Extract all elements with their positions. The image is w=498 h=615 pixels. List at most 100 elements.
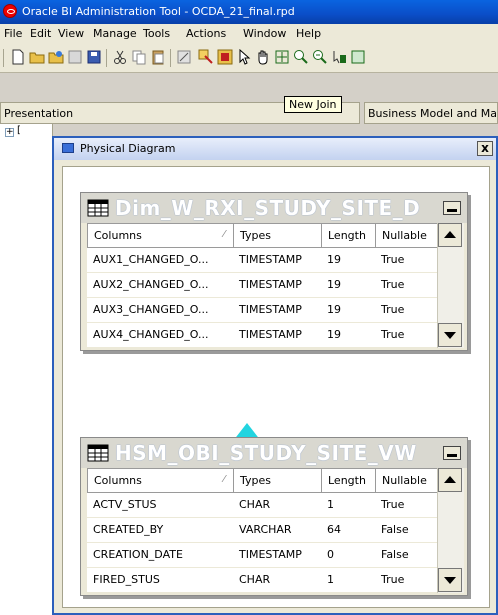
diagram-canvas[interactable]: Dim_W_RXI_STUDY_SITE_D Columns ⁄ Types Le…	[62, 166, 490, 608]
zoom-in-icon[interactable]	[293, 49, 309, 65]
minimize-table-button[interactable]	[443, 446, 461, 460]
column-type: CHAR	[233, 568, 321, 593]
sort-indicator-icon: ⁄	[223, 474, 225, 485]
menu-help[interactable]: Help	[296, 27, 321, 40]
table-row[interactable]: AUX4_CHANGED_O... TIMESTAMP 19 True	[87, 323, 463, 348]
menu-actions[interactable]: Actions	[186, 27, 226, 40]
table-row[interactable]: AUX1_CHANGED_O... TIMESTAMP 19 True	[87, 248, 463, 273]
column-length: 1	[321, 568, 375, 593]
save-icon[interactable]	[86, 49, 102, 65]
table-header[interactable]: HSM_OBI_STUDY_SITE_VW	[81, 438, 467, 468]
column-nullable: True	[375, 273, 437, 298]
table-row[interactable]: AUX2_CHANGED_O... TIMESTAMP 19 True	[87, 273, 463, 298]
open-online-icon[interactable]	[48, 49, 64, 65]
table-row[interactable]: FIRED_STUS CHAR 1 True	[87, 568, 463, 593]
diagram-layout-icon[interactable]	[350, 49, 366, 65]
column-type: TIMESTAMP	[233, 543, 321, 568]
table-row[interactable]: CREATED_BY VARCHAR 64 False	[87, 518, 463, 543]
column-name: AUX1_CHANGED_O...	[87, 248, 233, 273]
table-box-dim-study-site[interactable]: Dim_W_RXI_STUDY_SITE_D Columns ⁄ Types Le…	[80, 192, 468, 351]
close-diagram-button[interactable]: x	[477, 141, 493, 156]
vertical-scrollbar[interactable]	[437, 468, 464, 593]
zoom-fit-icon[interactable]	[274, 49, 290, 65]
menu-edit[interactable]: Edit	[30, 27, 51, 40]
toolbar-grip	[3, 49, 4, 67]
diagram-window-icon	[62, 143, 74, 153]
table-box-hsm-study-site-vw[interactable]: HSM_OBI_STUDY_SITE_VW Columns ⁄ Types Len…	[80, 437, 468, 596]
vertical-scrollbar[interactable]	[437, 223, 464, 348]
column-nullable: True	[375, 568, 437, 593]
menu-view[interactable]: View	[58, 27, 84, 40]
table-name: Dim_W_RXI_STUDY_SITE_D	[115, 196, 421, 220]
menu-window[interactable]: Window	[243, 27, 286, 40]
scroll-up-button[interactable]	[438, 223, 462, 247]
presentation-tree[interactable]: + [	[0, 124, 53, 615]
column-name: FIRED_STUS	[87, 568, 233, 593]
menu-manage[interactable]: Manage	[93, 27, 137, 40]
new-join-icon[interactable]	[198, 49, 214, 65]
cut-icon[interactable]	[112, 49, 128, 65]
business-model-pane-header: Business Model and Ma	[364, 102, 498, 124]
column-nullable: True	[375, 493, 437, 518]
menu-file[interactable]: File	[4, 27, 22, 40]
column-length: 19	[321, 298, 375, 323]
header-columns[interactable]: Columns ⁄	[87, 223, 233, 248]
zoom-out-icon[interactable]	[312, 49, 328, 65]
column-type: TIMESTAMP	[233, 248, 321, 273]
complex-join-icon[interactable]	[217, 49, 233, 65]
check-in-icon[interactable]	[67, 49, 83, 65]
oracle-app-icon	[3, 4, 17, 18]
physical-diagram-window: Physical Diagram x Dim_W_RXI_STUDY_SITE_…	[52, 136, 498, 615]
menu-tools[interactable]: Tools	[143, 27, 170, 40]
table-row[interactable]: ACTV_STUS CHAR 1 True	[87, 493, 463, 518]
column-nullable: False	[375, 518, 437, 543]
column-name: AUX3_CHANGED_O...	[87, 298, 233, 323]
column-length: 19	[321, 248, 375, 273]
column-nullable: False	[375, 543, 437, 568]
scroll-down-button[interactable]	[438, 568, 462, 592]
table-row[interactable]: CREATION_DATE TIMESTAMP 0 False	[87, 543, 463, 568]
tree-expander-plus[interactable]: +	[5, 128, 14, 137]
paste-icon[interactable]	[150, 49, 166, 65]
column-type: TIMESTAMP	[233, 298, 321, 323]
column-length: 0	[321, 543, 375, 568]
column-nullable: True	[375, 323, 437, 348]
pan-hand-icon[interactable]	[255, 49, 271, 65]
toolbar-separator	[106, 49, 107, 67]
table-header[interactable]: Dim_W_RXI_STUDY_SITE_D	[81, 193, 467, 223]
header-nullable[interactable]: Nullable	[375, 468, 437, 493]
column-nullable: True	[375, 248, 437, 273]
minimize-table-button[interactable]	[443, 201, 461, 215]
table-icon	[87, 199, 109, 217]
scroll-up-button[interactable]	[438, 468, 462, 492]
columns-grid: Columns ⁄ Types Length Nullable ACTV_STUS…	[87, 468, 464, 593]
header-nullable[interactable]: Nullable	[375, 223, 437, 248]
column-length: 19	[321, 323, 375, 348]
tree-item-label[interactable]: [	[17, 125, 21, 136]
column-type: TIMESTAMP	[233, 323, 321, 348]
header-length[interactable]: Length	[321, 468, 375, 493]
pointer-icon[interactable]	[236, 49, 252, 65]
header-length[interactable]: Length	[321, 223, 375, 248]
new-icon[interactable]	[10, 49, 26, 65]
open-icon[interactable]	[29, 49, 45, 65]
column-nullable: True	[375, 298, 437, 323]
header-types[interactable]: Types	[233, 468, 321, 493]
header-types[interactable]: Types	[233, 223, 321, 248]
toolbar	[0, 44, 498, 73]
header-columns[interactable]: Columns ⁄	[87, 468, 233, 493]
copy-icon[interactable]	[131, 49, 147, 65]
scroll-down-button[interactable]	[438, 323, 462, 347]
column-length: 1	[321, 493, 375, 518]
select-table-icon[interactable]	[331, 49, 347, 65]
physical-diagram-title-bar[interactable]: Physical Diagram x	[54, 138, 496, 160]
column-length: 19	[321, 273, 375, 298]
columns-header-row: Columns ⁄ Types Length Nullable	[87, 223, 463, 248]
column-type: VARCHAR	[233, 518, 321, 543]
table-name: HSM_OBI_STUDY_SITE_VW	[115, 441, 417, 465]
column-type: CHAR	[233, 493, 321, 518]
properties-icon[interactable]	[176, 49, 192, 65]
columns-grid: Columns ⁄ Types Length Nullable AUX1_CHAN…	[87, 223, 464, 348]
column-type: TIMESTAMP	[233, 273, 321, 298]
table-row[interactable]: AUX3_CHANGED_O... TIMESTAMP 19 True	[87, 298, 463, 323]
